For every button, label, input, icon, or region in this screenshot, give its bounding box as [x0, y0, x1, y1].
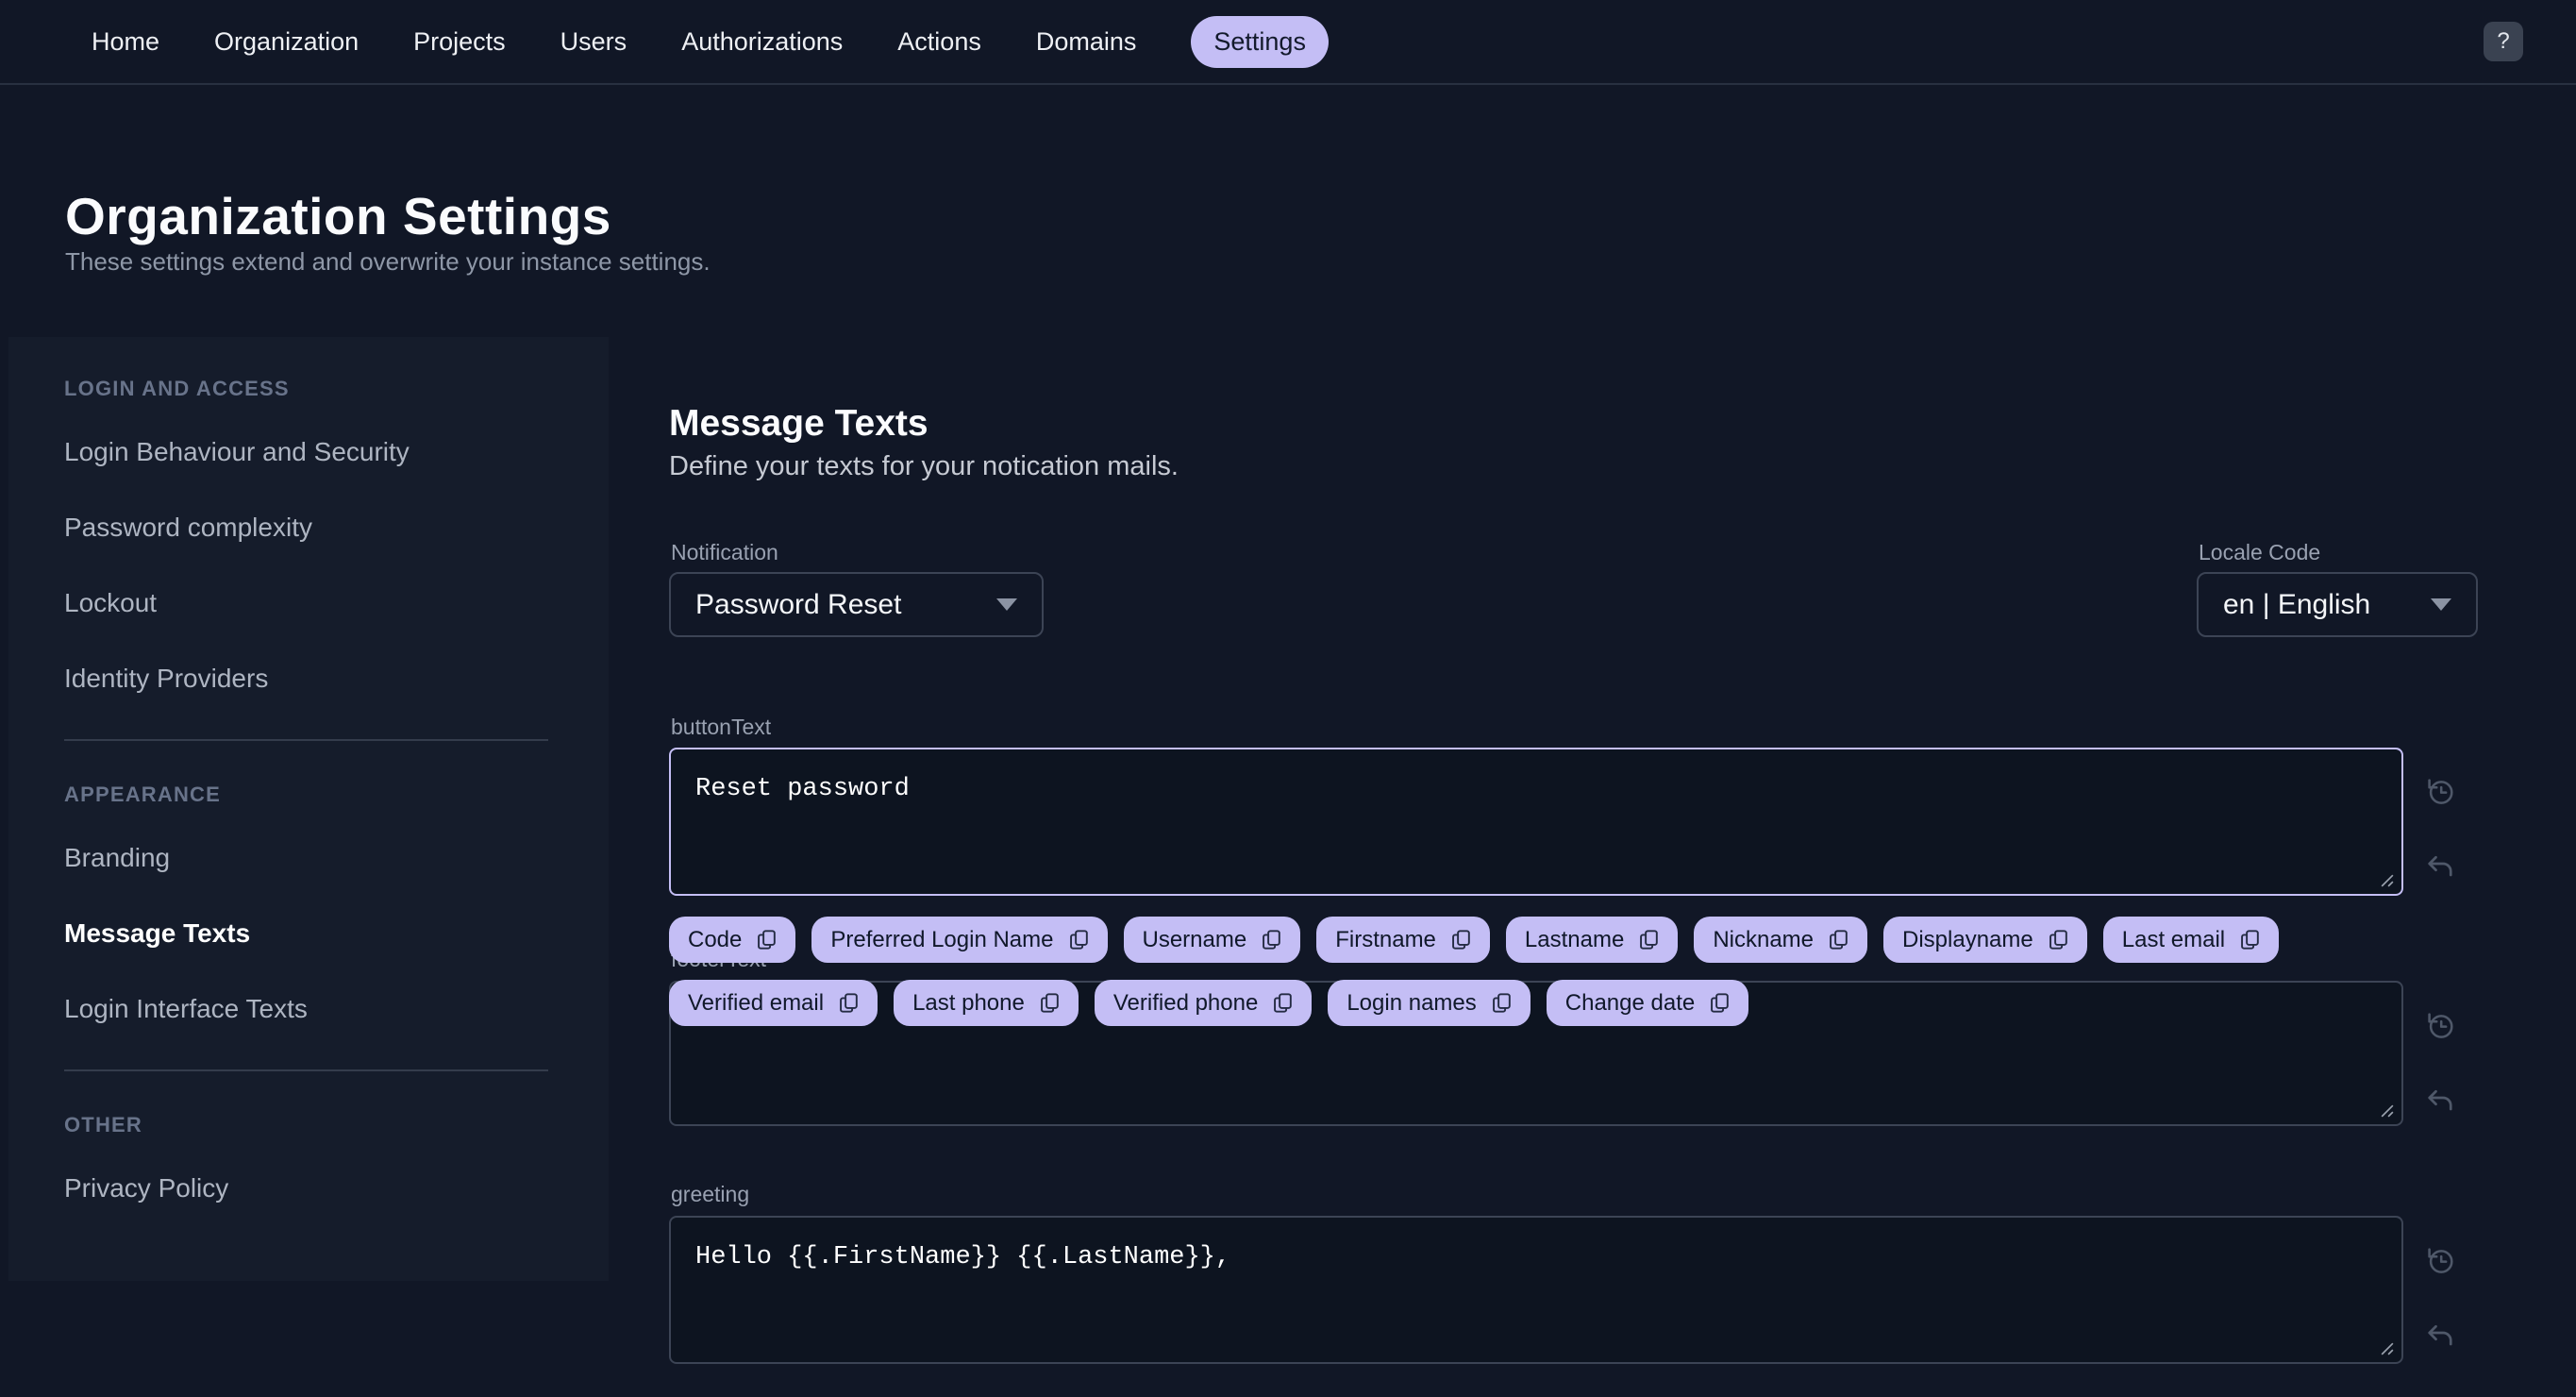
nav-item-authorizations[interactable]: Authorizations [681, 28, 843, 55]
footer-text-undo-icon[interactable] [2423, 1084, 2457, 1118]
page-title: Organization Settings [65, 186, 611, 245]
sidebar-section-appearance: APPEARANCE [64, 783, 222, 806]
sidebar-section-other: OTHER [64, 1113, 142, 1136]
chip-label: Preferred Login Name [830, 926, 1054, 952]
placeholder-chip-list: Code Preferred Login Name Username First… [669, 917, 2367, 1026]
sidebar-item-login-interface-texts[interactable]: Login Interface Texts [64, 994, 609, 1024]
nav-item-users[interactable]: Users [560, 28, 627, 55]
sidebar-section-login-and-access: LOGIN AND ACCESS [64, 377, 290, 400]
chip-label: Verified phone [1112, 989, 1259, 1016]
chip-last-phone[interactable]: Last phone [894, 980, 1079, 1026]
chip-username[interactable]: Username [1123, 917, 1301, 963]
sidebar-divider [64, 739, 548, 741]
button-text-history-icon[interactable] [2423, 774, 2457, 808]
chip-verified-phone[interactable]: Verified phone [1094, 980, 1313, 1026]
copy-icon [1037, 990, 1062, 1016]
chip-last-email[interactable]: Last email [2102, 917, 2280, 963]
chip-label: Firstname [1335, 926, 1436, 952]
button-text-textarea[interactable]: Reset password [669, 748, 2403, 896]
greeting-history-icon[interactable] [2423, 1243, 2457, 1277]
help-button[interactable]: ? [2484, 22, 2523, 61]
sidebar-divider [64, 1069, 548, 1071]
nav-item-settings-active[interactable]: Settings [1191, 15, 1329, 68]
copy-icon [1636, 927, 1662, 952]
chip-label: Change date [1564, 989, 1696, 1016]
footer-text-history-icon[interactable] [2423, 1008, 2457, 1042]
chip-label: Nickname [1713, 926, 1815, 952]
chip-preferred-login-name[interactable]: Preferred Login Name [811, 917, 1108, 963]
copy-icon [1270, 990, 1296, 1016]
chip-label: Login names [1347, 989, 1477, 1016]
chevron-down-icon [996, 598, 1017, 611]
button-text-undo-icon[interactable] [2423, 850, 2457, 884]
nav-item-actions[interactable]: Actions [897, 28, 981, 55]
nav-item-organization[interactable]: Organization [214, 28, 359, 55]
chip-displayname[interactable]: Displayname [1883, 917, 2087, 963]
chip-firstname[interactable]: Firstname [1316, 917, 1490, 963]
chip-label: Code [688, 926, 743, 952]
locale-select-value: en | English [2223, 588, 2371, 620]
chip-code[interactable]: Code [669, 917, 796, 963]
nav-item-projects[interactable]: Projects [413, 28, 506, 55]
sidebar-item-lockout[interactable]: Lockout [64, 588, 609, 618]
greeting-label: greeting [671, 1182, 750, 1206]
sidebar-item-password-complexity[interactable]: Password complexity [64, 513, 609, 543]
sidebar-item-branding[interactable]: Branding [64, 843, 609, 873]
nav-item-home[interactable]: Home [92, 28, 159, 55]
chevron-down-icon [2431, 598, 2451, 611]
nav-item-domains[interactable]: Domains [1036, 28, 1137, 55]
chip-verified-email[interactable]: Verified email [669, 980, 878, 1026]
chip-label: Displayname [1902, 926, 2033, 952]
top-nav: Home Organization Projects Users Authori… [0, 0, 2576, 85]
sidebar-item-login-behaviour-and-security[interactable]: Login Behaviour and Security [64, 437, 609, 467]
copy-icon [836, 990, 861, 1016]
notification-select[interactable]: Password Reset [669, 572, 1044, 637]
chip-label: Lastname [1524, 926, 1625, 952]
chip-change-date[interactable]: Change date [1546, 980, 1749, 1026]
copy-icon [1066, 927, 1092, 952]
notification-label: Notification [671, 540, 778, 564]
locale-select[interactable]: en | English [2197, 572, 2478, 637]
chip-login-names[interactable]: Login names [1328, 980, 1531, 1026]
chip-label: Last email [2121, 926, 2226, 952]
chip-label: Verified email [688, 989, 825, 1016]
sidebar-item-privacy-policy[interactable]: Privacy Policy [64, 1173, 609, 1203]
button-text-label: buttonText [671, 715, 772, 739]
copy-icon [1707, 990, 1732, 1016]
copy-icon [1826, 927, 1851, 952]
chip-nickname[interactable]: Nickname [1694, 917, 1868, 963]
copy-icon [1259, 927, 1284, 952]
sidebar-item-identity-providers[interactable]: Identity Providers [64, 664, 609, 694]
locale-code-label: Locale Code [2199, 540, 2321, 564]
copy-icon [1489, 990, 1514, 1016]
copy-icon [2046, 927, 2071, 952]
page-subtitle: These settings extend and overwrite your… [65, 247, 711, 276]
copy-icon [1448, 927, 1474, 952]
copy-icon [2237, 927, 2263, 952]
section-subtitle: Define your texts for your notication ma… [669, 451, 1179, 481]
greeting-undo-icon[interactable] [2423, 1319, 2457, 1353]
greeting-textarea[interactable]: Hello {{.FirstName}} {{.LastName}}, [669, 1216, 2403, 1364]
chip-label: Username [1142, 926, 1247, 952]
section-title: Message Texts [669, 403, 928, 445]
sidebar-item-message-texts-active[interactable]: Message Texts [64, 918, 609, 949]
notification-select-value: Password Reset [695, 588, 902, 620]
chip-label: Last phone [912, 989, 1025, 1016]
settings-sidebar: LOGIN AND ACCESS Login Behaviour and Sec… [8, 337, 609, 1281]
copy-icon [754, 927, 779, 952]
chip-lastname[interactable]: Lastname [1505, 917, 1679, 963]
